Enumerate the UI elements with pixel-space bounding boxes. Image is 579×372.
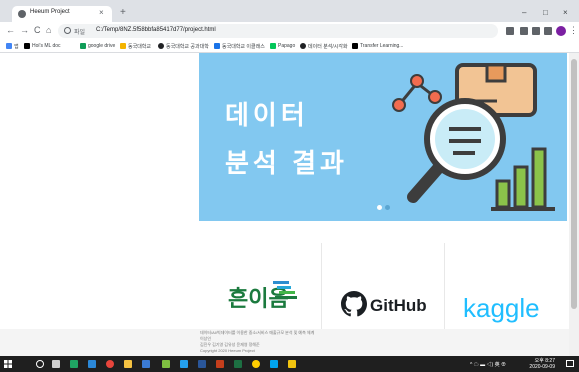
tab-title: Heeum Project [30,9,70,15]
scatter-network-icon [392,74,442,112]
bookmark-papago[interactable]: Papago [270,41,295,51]
new-tab-button[interactable]: + [120,8,126,18]
bookmark-google-drive[interactable]: google drive [80,41,115,51]
bookmark-dongguk[interactable]: 동국대학교 [120,41,151,51]
system-tray[interactable]: ^ ☁ ▬ ◁) 英 ⊕ [470,361,506,368]
vscode-icon[interactable] [180,360,188,368]
bookmark-icon [214,43,220,49]
magnifier-icon [407,98,506,203]
papago-icon [270,43,276,49]
scrollbar-thumb[interactable] [571,59,577,309]
github-logo-link[interactable]: GitHub [370,296,427,316]
bookmarks-bar: 앱 Hoi's ML doc google drive 동국대학교 동국대학교 … [0,40,579,53]
bookmark-label: Hoi's ML doc [32,43,61,49]
reload-button[interactable]: C [34,25,41,36]
app-icon[interactable] [162,360,170,368]
banner-title-line2: 분석 결과 [225,148,348,178]
hero-banner: 데이터 분석 결과 [199,53,567,221]
browser-toolbar: ← → C ⌂ 파일 C:/Temp/8NZ.5f58bbfa85417d77/… [0,22,579,40]
kakaotalk-icon[interactable] [252,360,260,368]
bookmark-label: 앱 [14,43,19,50]
scrollbar[interactable] [569,53,579,356]
tab-strip: Heeum Project × + – □ × [0,0,579,22]
page-content: 데이터 분석 결과 흔이음 GitHub kaggle 데이터/AI/빅데이터를… [0,53,579,356]
tab-close-icon[interactable]: × [99,8,104,18]
bookmark-icon [24,43,30,49]
bookmark-eclass[interactable]: 동국대학교 이클래스 [214,41,265,51]
back-button[interactable]: ← [6,25,15,36]
home-button[interactable]: ⌂ [46,25,51,36]
app-icon[interactable] [288,360,296,368]
task-view-icon[interactable] [52,360,60,368]
divider [321,243,322,331]
menu-icon[interactable]: ⋮ [569,25,578,36]
windows-start-icon[interactable] [4,360,12,368]
carousel-dot-active[interactable] [377,205,382,210]
minimize-button[interactable]: – [522,8,526,18]
bookmark-label: google drive [88,43,116,49]
profile-avatar[interactable] [556,26,566,36]
extension-icon[interactable] [544,27,552,35]
forward-button[interactable]: → [20,25,29,36]
bookmark-label: 동국대학교 이클래스 [222,43,265,50]
data-analysis-illustration [392,63,555,211]
bookmark-dongguk-engineering[interactable]: 동국대학교 공과대학 [158,41,209,51]
clock-date: 2020-09-09 [529,364,555,370]
close-window-button[interactable]: × [563,8,568,18]
clock[interactable]: 오후 8:27 2020-09-09 [529,358,555,370]
bookmark-icon [120,43,126,49]
powerpoint-icon[interactable] [216,360,224,368]
app-icon[interactable] [70,360,78,368]
globe-icon [18,10,26,18]
excel-icon[interactable] [234,360,242,368]
footer-project-title: 데이터/AI/빅데이터를 이용한 중소/서비스 매출규모 분석 및 예측 체계 [200,330,315,335]
bookmark-label: Transfer Learning... [360,43,404,49]
bookmark-icon [352,43,358,49]
edge-icon[interactable] [88,360,96,368]
globe-icon [158,43,164,49]
bookmark-label: 동국대학교 공과대학 [166,43,209,50]
maximize-button[interactable]: □ [543,8,548,18]
bookmark-label: 데이터 분석/시각화 [308,43,348,50]
info-icon[interactable] [64,27,71,34]
search-icon[interactable] [36,360,44,368]
apps-icon [6,43,12,49]
banner-title-line1: 데이터 [225,100,309,130]
kaggle-logo-link[interactable]: kaggle [463,293,540,324]
star-icon[interactable] [506,27,514,35]
extension-icon[interactable] [520,27,528,35]
url-text[interactable]: C:/Temp/8NZ.5f58bbfa85417d77/project.htm… [96,27,216,33]
bookmark-apps[interactable]: 앱 [6,41,19,51]
bookmark-transfer-learning[interactable]: Transfer Learning... [352,41,403,51]
carousel-dot[interactable] [385,205,390,210]
globe-icon [300,43,306,49]
bookmark-ml-doc[interactable]: Hoi's ML doc [24,41,61,51]
chrome-icon[interactable] [106,360,114,368]
folder-icon[interactable] [124,360,132,368]
app-icon[interactable] [270,360,278,368]
bookmark-label: Papago [278,43,296,49]
word-icon[interactable] [198,360,206,368]
drive-icon [80,43,86,49]
tab-heeum-project[interactable]: Heeum Project × [12,6,112,22]
github-icon[interactable] [341,291,367,317]
footer-copyright: Copyright 2020 Heeum Project [200,348,255,353]
address-bar[interactable]: 파일 C:/Temp/8NZ.5f58bbfa85417d77/project.… [58,24,498,38]
divider [444,243,445,331]
extension-icon[interactable] [532,27,540,35]
bookmark-data-viz[interactable]: 데이터 분석/시각화 [300,41,348,51]
heeum-logo-mark-icon [273,281,297,299]
store-icon[interactable] [142,360,150,368]
bookmark-label: 동국대학교 [128,43,152,50]
file-label: 파일 [74,30,86,36]
notification-icon[interactable] [566,360,574,367]
footer: 데이터/AI/빅데이터를 이용한 중소/서비스 매출규모 분석 및 예측 체계 … [0,329,569,356]
taskbar: ^ ☁ ▬ ◁) 英 ⊕ 오후 8:27 2020-09-09 [0,356,579,372]
